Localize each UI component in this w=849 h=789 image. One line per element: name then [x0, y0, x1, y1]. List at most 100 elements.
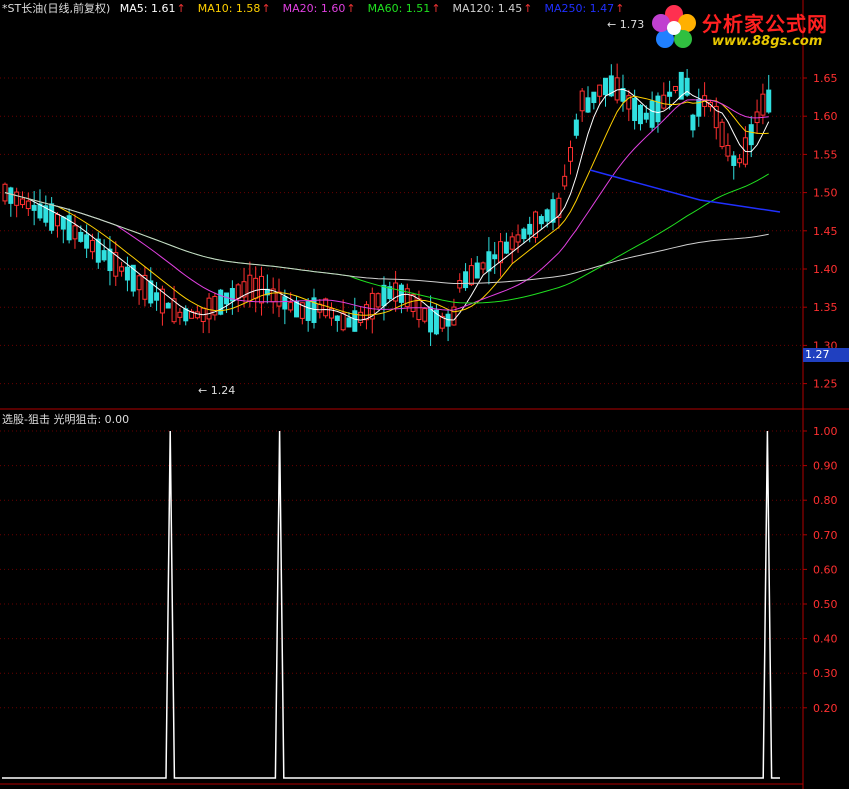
candle-body — [334, 315, 340, 321]
candle-body — [183, 308, 189, 322]
stock-title: *ST长油(日线,前复权) — [2, 2, 111, 15]
candle-body — [340, 312, 346, 331]
signal-line — [2, 430, 780, 779]
ma-indicator-4: MA120: 1.45↑ — [452, 2, 533, 15]
ma60-line — [4, 173, 769, 304]
candle-body — [101, 250, 107, 261]
candle-body — [492, 254, 498, 260]
candle-body — [428, 306, 434, 333]
indicator-panel-header: 选股-狙击 光明狙击: 0.00 — [2, 411, 135, 427]
site-logo: 分析家公式网 www.88gs.com — [650, 4, 846, 52]
candle-body — [509, 236, 515, 250]
candle-body — [544, 209, 550, 222]
candle-body — [468, 265, 474, 286]
up-arrow-icon: ↑ — [261, 2, 271, 15]
price-tick-label: 1.65 — [813, 72, 838, 85]
candle-body — [591, 91, 597, 104]
candle-body — [661, 94, 667, 109]
candle-body — [282, 296, 288, 310]
up-arrow-icon: ↑ — [346, 2, 356, 15]
candle-body — [463, 271, 469, 289]
candle-body — [579, 90, 585, 112]
candle-body — [194, 311, 200, 319]
indicator-label: 选股-狙击 光明狙击: 0.00 — [2, 413, 130, 426]
candle-body — [410, 294, 416, 312]
candle-body — [25, 200, 31, 210]
candle-body — [288, 302, 294, 311]
candle-body — [498, 241, 504, 264]
candle-body — [649, 100, 655, 128]
candle-body — [381, 284, 387, 307]
candle-body — [119, 266, 125, 272]
price-tick-label: 1.55 — [813, 148, 838, 161]
flower-logo-icon — [652, 5, 696, 48]
price-panel-header: *ST长油(日线,前复权) MA5: 1.61↑ MA10: 1.58↑ MA20:… — [2, 0, 642, 16]
price-tick-label: 1.25 — [813, 378, 838, 391]
moving-average-lines — [4, 88, 781, 321]
candle-body — [14, 191, 20, 206]
indicator-tick-label: 0.80 — [813, 494, 838, 507]
candle-body — [573, 119, 579, 136]
candle-body — [323, 298, 329, 317]
indicator-tick-label: 0.20 — [813, 702, 838, 715]
price-tick-label: 1.45 — [813, 225, 838, 238]
candle-body — [398, 284, 404, 303]
candle-body — [358, 311, 364, 324]
candle-body — [224, 292, 230, 305]
candle-body — [363, 304, 369, 321]
ma-indicator-list: MA5: 1.61↑ MA10: 1.58↑ MA20: 1.60↑ MA60: 1.… — [120, 2, 637, 15]
candle-body — [276, 291, 282, 307]
candle-body — [527, 223, 533, 235]
price-tick-label: 1.60 — [813, 110, 838, 123]
candle-body — [124, 266, 130, 281]
up-arrow-icon: ↑ — [523, 2, 533, 15]
price-tick-label: 1.50 — [813, 187, 838, 200]
indicator-tick-label: 0.70 — [813, 529, 838, 542]
candle-body — [206, 297, 212, 320]
candle-body — [568, 147, 574, 162]
candle-body — [754, 111, 760, 124]
candle-body — [253, 277, 259, 299]
candle-body — [346, 317, 352, 328]
price-tick-label: 1.35 — [813, 301, 838, 314]
candle-body — [538, 216, 544, 225]
candle-body — [731, 155, 737, 166]
candle-body — [643, 112, 649, 120]
candle-body — [375, 293, 381, 308]
indicator-tick-label: 1.00 — [813, 425, 838, 438]
candle-body — [667, 91, 673, 97]
candle-body — [154, 292, 160, 301]
logo-url: www.88gs.com — [712, 34, 823, 49]
candle-body — [602, 77, 608, 96]
candle-body — [760, 93, 766, 116]
signal-series — [2, 430, 780, 779]
logo-title: 分析家公式网 — [702, 12, 828, 36]
candle-body — [72, 225, 78, 240]
indicator-tick-label: 0.40 — [813, 633, 838, 646]
stock-chart[interactable]: 1.651.601.551.501.451.401.351.301.251.00… — [0, 0, 849, 789]
candle-body — [305, 301, 311, 321]
candle-body — [165, 302, 171, 309]
low-annotation: ← 1.24 — [198, 384, 235, 397]
candle-body — [480, 262, 486, 270]
candle-body — [60, 216, 66, 230]
candle-body — [632, 97, 638, 121]
candle-body — [247, 274, 253, 302]
candle-body — [416, 298, 422, 321]
candle-body — [474, 262, 480, 279]
indicator-tick-label: 0.50 — [813, 598, 838, 611]
candle-body — [672, 85, 678, 91]
candle-body — [486, 251, 492, 272]
candle-body — [614, 77, 620, 101]
candle-body — [585, 97, 591, 113]
candle-body — [54, 213, 60, 227]
candle-body — [8, 187, 14, 204]
candle-body — [766, 89, 772, 113]
axes: 1.651.601.551.501.451.401.351.301.251.00… — [0, 0, 849, 789]
candle-body — [515, 234, 521, 243]
candle-body — [19, 198, 25, 206]
candle-body — [89, 239, 95, 253]
candle-body — [49, 203, 55, 231]
candle-body — [177, 311, 183, 318]
up-arrow-icon: ↑ — [431, 2, 441, 15]
